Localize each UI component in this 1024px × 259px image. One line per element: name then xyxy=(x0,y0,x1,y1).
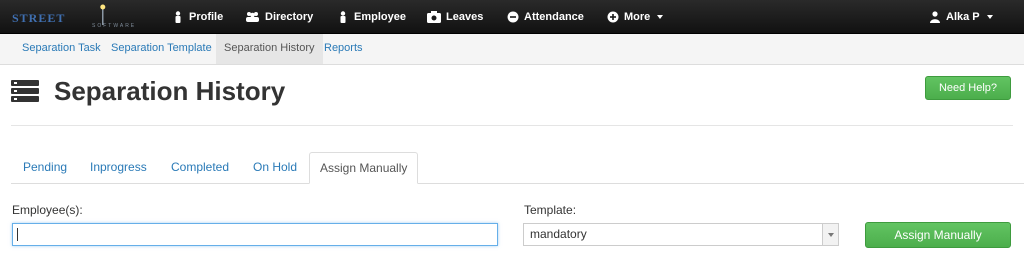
nav-attendance[interactable]: Attendance xyxy=(507,0,584,34)
need-help-button[interactable]: Need Help? xyxy=(925,76,1011,100)
logo-text: STREET xyxy=(12,11,66,25)
user-icon xyxy=(930,11,940,23)
assign-manually-button[interactable]: Assign Manually xyxy=(865,222,1011,248)
caret-down-icon xyxy=(986,15,993,19)
sub-navbar: Separation Task Separation Template Sepa… xyxy=(0,34,1024,65)
subnav-separation-task[interactable]: Separation Task xyxy=(22,34,101,64)
user-menu[interactable]: Alka P xyxy=(929,0,993,34)
logo-subtext: SOFTWARE xyxy=(92,23,137,29)
nav-employee[interactable]: Employee xyxy=(337,0,406,34)
subnav-separation-history[interactable]: Separation History xyxy=(216,34,323,64)
logo[interactable]: STREET SOFTWARE xyxy=(10,2,140,32)
top-navbar: STREET SOFTWARE Profile Directory Employ… xyxy=(0,0,1024,34)
plus-circle-icon xyxy=(607,11,619,23)
server-icon xyxy=(11,80,39,102)
divider xyxy=(11,125,1013,126)
template-selected-value: mandatory xyxy=(530,227,587,241)
template-label: Template: xyxy=(524,203,577,217)
lamp-icon xyxy=(100,4,106,25)
tab-pending[interactable]: Pending xyxy=(23,152,67,183)
chevron-down-icon[interactable] xyxy=(822,224,838,245)
camera-icon xyxy=(427,11,441,23)
nav-leaves[interactable]: Leaves xyxy=(427,0,483,34)
tab-inprogress[interactable]: Inprogress xyxy=(90,152,147,183)
user-icon xyxy=(340,11,346,23)
caret-down-icon xyxy=(657,15,664,19)
tabs-baseline xyxy=(11,183,1024,184)
users-icon xyxy=(246,12,259,22)
page-title: Separation History xyxy=(54,76,286,106)
nav-more[interactable]: More xyxy=(607,0,664,34)
subnav-separation-template[interactable]: Separation Template xyxy=(111,34,212,64)
tab-completed[interactable]: Completed xyxy=(171,152,229,183)
nav-profile[interactable]: Profile xyxy=(172,0,223,34)
nav-label: Leaves xyxy=(446,10,484,23)
template-select[interactable]: mandatory xyxy=(523,223,839,246)
nav-label: Directory xyxy=(265,10,314,23)
user-name: Alka P xyxy=(946,10,980,23)
employee-label: Employee(s): xyxy=(12,203,83,217)
tab-on-hold[interactable]: On Hold xyxy=(253,152,297,183)
nav-label: More xyxy=(624,10,651,23)
employee-input[interactable] xyxy=(12,223,498,246)
nav-label: Attendance xyxy=(524,10,584,23)
nav-label: Employee xyxy=(354,10,406,23)
text-cursor xyxy=(17,228,18,241)
user-icon xyxy=(175,11,181,23)
subnav-reports[interactable]: Reports xyxy=(324,34,363,64)
nav-directory[interactable]: Directory xyxy=(245,0,313,34)
nav-label: Profile xyxy=(189,10,224,23)
tab-assign-manually[interactable]: Assign Manually xyxy=(309,152,419,184)
minus-circle-icon xyxy=(507,11,519,23)
